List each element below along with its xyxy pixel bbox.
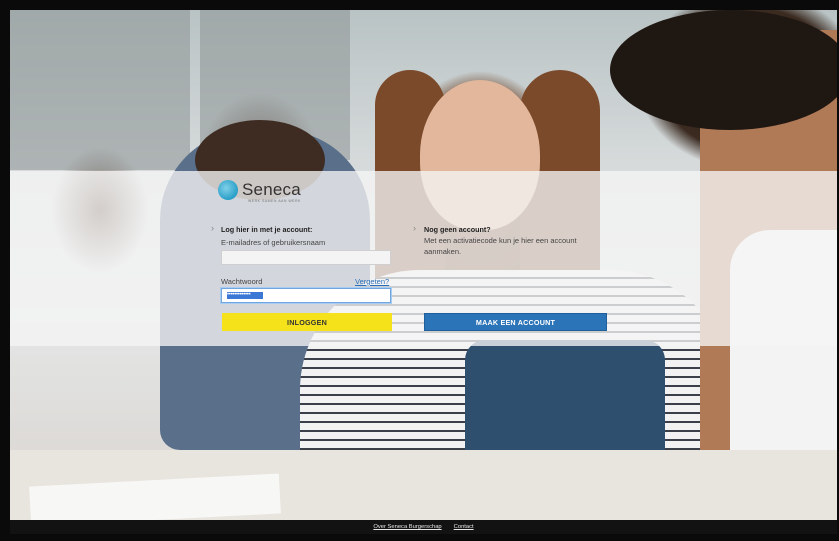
footer-link-about[interactable]: Over Seneca Burgerschap [373, 524, 441, 530]
register-heading: Nog geen account? [424, 225, 491, 234]
password-value: ••••••••••••• [227, 292, 263, 299]
forgot-password-link[interactable]: Vergeten? [355, 277, 389, 286]
brand-logo: Seneca [218, 180, 301, 200]
seneca-logo-icon [218, 180, 238, 200]
footer-bar: Over Seneca Burgerschap Contact [10, 520, 837, 534]
window-pane [10, 10, 190, 170]
register-description: Met een activatiecode kun je hier een ac… [424, 236, 577, 256]
brand-tagline: WERK SAMEN AAN WERK [248, 199, 301, 203]
footer-link-contact[interactable]: Contact [454, 524, 474, 530]
student-right-hair [610, 10, 837, 130]
login-heading: Log hier in met je account: [221, 225, 313, 234]
email-field[interactable] [221, 250, 391, 265]
brand-name: Seneca [242, 180, 301, 199]
login-button[interactable]: INLOGGEN [222, 313, 392, 331]
create-account-button[interactable]: MAAK EEN ACCOUNT [424, 313, 607, 331]
email-label: E-mailadres of gebruikersnaam [221, 238, 326, 247]
chevron-right-icon: › [413, 223, 416, 233]
chevron-right-icon: › [211, 223, 214, 233]
password-label: Wachtwoord [221, 277, 263, 286]
